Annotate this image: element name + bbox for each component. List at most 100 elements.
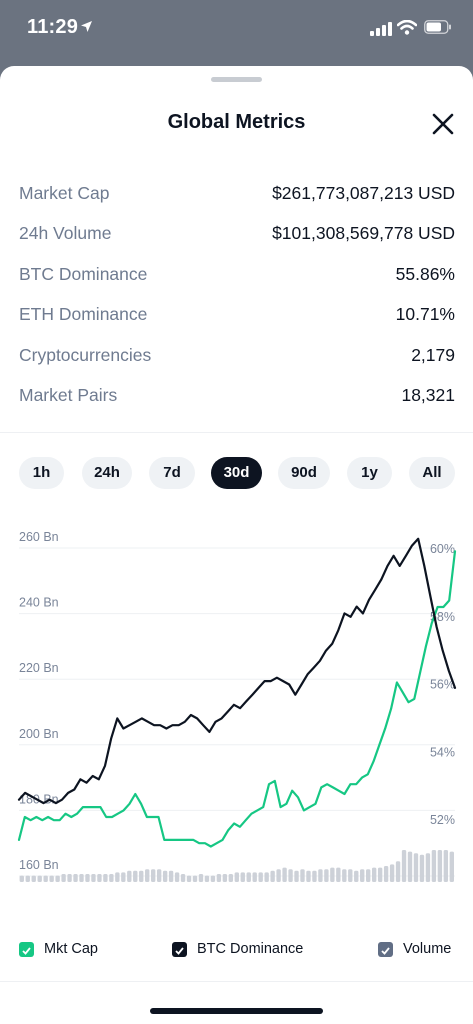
- metric-label: Cryptocurrencies: [19, 344, 152, 365]
- status-bar: 11:29: [0, 0, 473, 62]
- volume-bar: [377, 867, 383, 882]
- chart-canvas[interactable]: 260 Bn240 Bn220 Bn200 Bn180 Bn160 Bn60%5…: [0, 506, 473, 926]
- btc-dominance-series-line: [17, 537, 457, 805]
- y-right-tick-label: 60%: [430, 542, 455, 556]
- tab-label: All: [422, 464, 442, 481]
- tab-1h[interactable]: 1h: [19, 457, 64, 489]
- volume-bar: [186, 875, 192, 882]
- legend-checkbox[interactable]: [19, 942, 34, 957]
- tab-label: 24h: [94, 464, 120, 481]
- volume-bar: [240, 872, 245, 882]
- volume-bar: [246, 872, 251, 882]
- section-divider: [0, 432, 473, 433]
- volume-bar: [413, 853, 419, 882]
- tab-24h[interactable]: 24h: [82, 457, 132, 489]
- volume-bar: [252, 872, 257, 882]
- volume-bar: [109, 874, 114, 882]
- volume-bar: [174, 872, 180, 882]
- volume-bar: [19, 875, 24, 882]
- volume-bar: [449, 851, 454, 882]
- tab-1y[interactable]: 1y: [347, 457, 392, 489]
- metric-row-cryptocurrencies: Cryptocurrencies 2,179: [19, 337, 455, 377]
- legend-label: BTC Dominance: [197, 941, 304, 957]
- volume-bar: [91, 874, 96, 882]
- volume-bar: [25, 875, 30, 882]
- volume-bar: [431, 850, 437, 882]
- volume-bar: [324, 869, 329, 882]
- legend-checkbox[interactable]: [378, 942, 393, 957]
- close-button[interactable]: [428, 109, 458, 139]
- volume-bar: [139, 870, 144, 882]
- sheet-grabber[interactable]: [211, 77, 262, 82]
- legend-checkbox[interactable]: [172, 942, 187, 957]
- volume-bar: [258, 872, 263, 882]
- metric-label: Market Pairs: [19, 384, 118, 405]
- home-indicator[interactable]: [150, 1008, 323, 1014]
- wifi-icon: [396, 19, 418, 40]
- volume-bar: [156, 869, 162, 882]
- footer-divider: [0, 981, 473, 982]
- volume-bar: [348, 869, 353, 882]
- y-left-tick-label: 240 Bn: [19, 596, 59, 610]
- legend-label: Mkt Cap: [44, 941, 98, 957]
- tab-label: 7d: [163, 464, 181, 481]
- volume-bar: [270, 870, 275, 882]
- tab-all[interactable]: All: [409, 457, 455, 489]
- tab-90d[interactable]: 90d: [278, 457, 330, 489]
- volume-bar: [228, 874, 234, 882]
- tab-7d[interactable]: 7d: [149, 457, 195, 489]
- location-arrow-icon: [80, 20, 93, 38]
- metric-label: BTC Dominance: [19, 263, 148, 284]
- volume-bar: [49, 875, 54, 882]
- tab-label: 1y: [361, 464, 378, 481]
- volume-bar: [342, 869, 347, 882]
- metric-label: Market Cap: [19, 183, 110, 203]
- mkt-cap-series-line: [17, 550, 457, 848]
- volume-bar: [336, 867, 341, 882]
- tab-label: 30d: [223, 464, 250, 481]
- volume-bar: [79, 874, 84, 882]
- volume-bar: [395, 861, 401, 882]
- y-right-tick-label: 52%: [430, 813, 455, 827]
- volume-bar: [360, 869, 365, 882]
- tab-label: 90d: [291, 464, 317, 481]
- time-range-tabs: 1h 24h 7d 30d 90d 1y All: [19, 457, 455, 489]
- volume-bar: [282, 867, 287, 882]
- metric-row-market-cap: Market Cap $261,773,087,213 USD: [19, 175, 455, 215]
- volume-bar: [210, 875, 216, 882]
- status-time: 11:29: [27, 16, 79, 38]
- volume-bar: [192, 875, 198, 882]
- y-right-tick-label: 54%: [430, 745, 455, 759]
- volume-bar: [234, 872, 239, 882]
- volume-bar: [73, 874, 78, 882]
- cellular-signal-icon: [370, 22, 392, 41]
- metric-label: 24h Volume: [19, 223, 112, 244]
- metric-row-24h-volume: 24h Volume $101,308,569,778 USD: [19, 215, 455, 255]
- volume-bar: [150, 869, 156, 882]
- tab-30d[interactable]: 30d: [211, 457, 262, 489]
- metric-value: 18,321: [401, 384, 455, 405]
- volume-bar: [300, 869, 305, 882]
- volume-bar: [67, 874, 72, 882]
- metric-row-market-pairs: Market Pairs 18,321: [19, 377, 455, 417]
- metrics-chart[interactable]: 260 Bn 240 Bn 220 Bn 200 Bn 180 Bn 160 Bn 60% 5…: [0, 506, 473, 926]
- y-left-tick-label: 160 Bn: [19, 858, 59, 872]
- volume-bar: [85, 874, 90, 882]
- volume-bar: [401, 850, 407, 882]
- volume-bar: [443, 850, 449, 882]
- volume-bar: [330, 867, 335, 882]
- y-left-tick-label: 260 Bn: [19, 530, 59, 544]
- y-left-tick-label: 220 Bn: [19, 661, 59, 675]
- volume-bar: [198, 874, 204, 882]
- metric-value: 2,179: [411, 344, 455, 365]
- global-metrics-sheet: Global Metrics Market Cap $261,773,087,2…: [0, 66, 473, 1024]
- volume-bar: [133, 870, 138, 882]
- volume-bar: [383, 866, 389, 882]
- metric-row-eth-dominance: ETH Dominance 10.71%: [19, 296, 455, 336]
- tab-label: 1h: [32, 464, 51, 481]
- volume-bar: [55, 875, 60, 882]
- volume-bar: [121, 872, 126, 882]
- volume-bar: [294, 870, 299, 882]
- volume-bar: [354, 870, 359, 882]
- volume-bar: [371, 867, 377, 882]
